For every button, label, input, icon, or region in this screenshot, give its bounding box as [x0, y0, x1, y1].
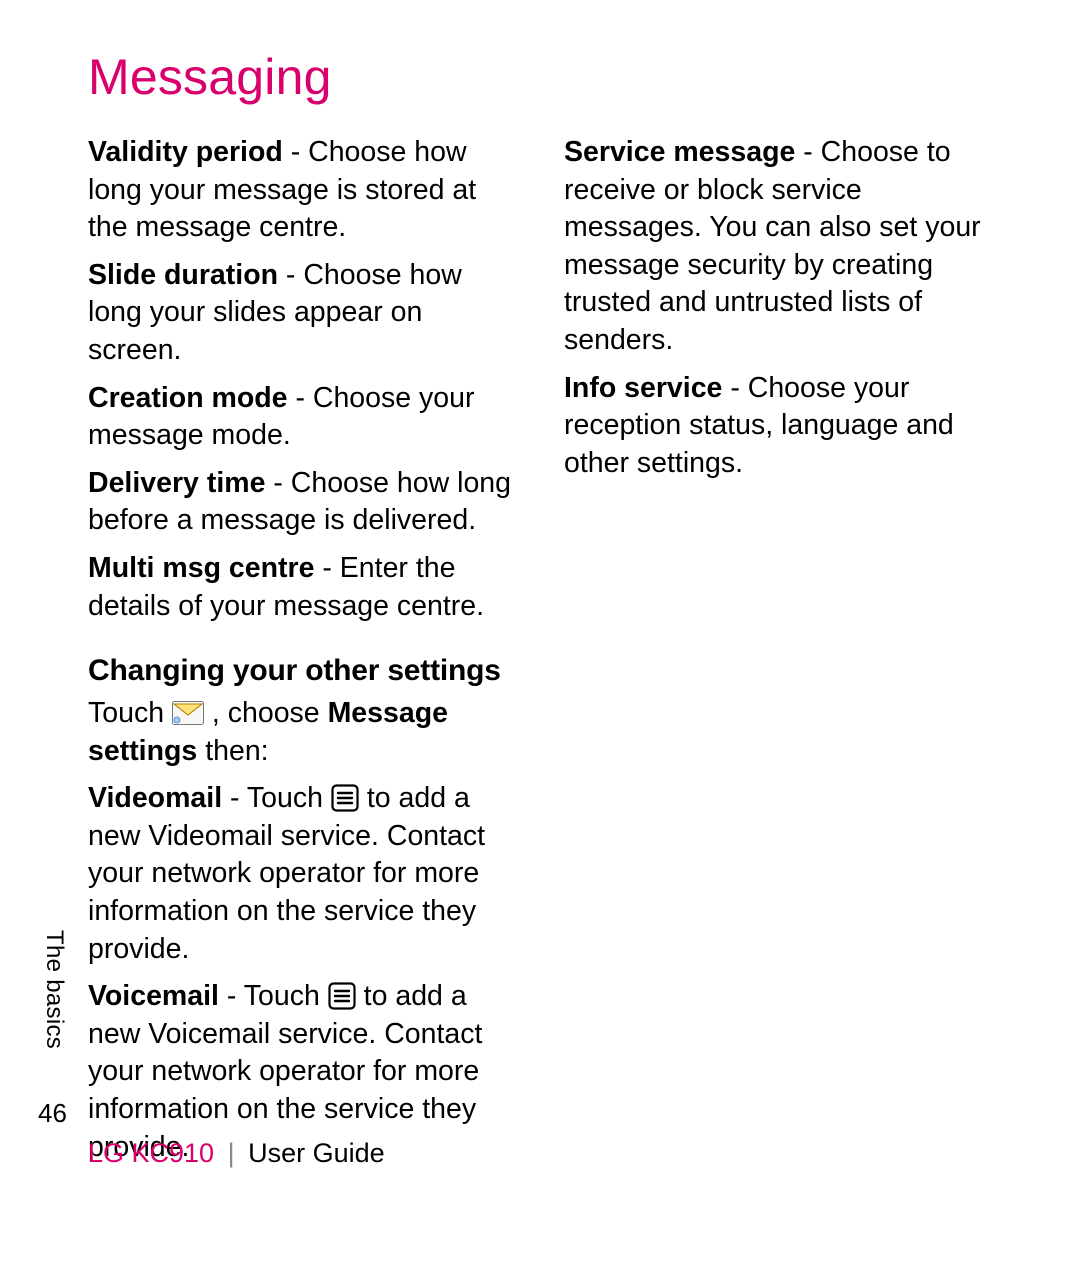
footer-separator: | — [228, 1138, 235, 1168]
footer-model: LG KC910 — [88, 1138, 214, 1168]
page-number: 46 — [38, 1098, 67, 1129]
setting-slide-duration: Slide duration - Choose how long your sl… — [88, 257, 516, 370]
term-label: Creation mode — [88, 382, 288, 414]
term-label: Service message — [564, 136, 795, 168]
content-columns: Validity period - Choose how long your m… — [88, 134, 992, 1176]
term-label: Slide duration — [88, 259, 278, 291]
subheading-other-settings: Changing your other settings — [88, 651, 516, 691]
page-title: Messaging — [88, 48, 992, 106]
manual-page: Messaging Validity period - Choose how l… — [0, 0, 1080, 1263]
setting-videomail: Videomail - Touch to add a new Videomail… — [88, 780, 516, 968]
left-column: Validity period - Choose how long your m… — [88, 134, 516, 1176]
footer: LG KC910 | User Guide — [88, 1138, 385, 1169]
text-pre: Touch — [88, 697, 172, 729]
setting-creation-mode: Creation mode - Choose your message mode… — [88, 380, 516, 455]
footer-guide: User Guide — [248, 1138, 385, 1168]
instruction-touch-message-settings: Touch , choose Message settings then: — [88, 695, 516, 770]
term-label: Validity period — [88, 136, 283, 168]
setting-service-message: Service message - Choose to receive or b… — [564, 134, 992, 360]
list-icon — [331, 784, 359, 812]
setting-multi-msg-centre: Multi msg centre - Enter the details of … — [88, 550, 516, 625]
term-label: Multi msg centre — [88, 552, 314, 584]
text-mid: , choose — [204, 697, 328, 729]
term-desc: - Choose to receive or block service mes… — [564, 136, 981, 356]
setting-delivery-time: Delivery time - Choose how long before a… — [88, 465, 516, 540]
right-column: Service message - Choose to receive or b… — [564, 134, 992, 1176]
text-pre: - Touch — [219, 980, 328, 1012]
text-post: then: — [197, 735, 268, 767]
term-label: Delivery time — [88, 467, 265, 499]
text-pre: - Touch — [222, 782, 331, 814]
envelope-icon — [172, 698, 204, 722]
setting-info-service: Info service - Choose your reception sta… — [564, 370, 992, 483]
setting-validity-period: Validity period - Choose how long your m… — [88, 134, 516, 247]
term-label: Info service — [564, 372, 722, 404]
list-icon — [328, 982, 356, 1010]
section-tab: The basics — [40, 930, 68, 1049]
term-label: Videomail — [88, 782, 222, 814]
term-label: Voicemail — [88, 980, 219, 1012]
